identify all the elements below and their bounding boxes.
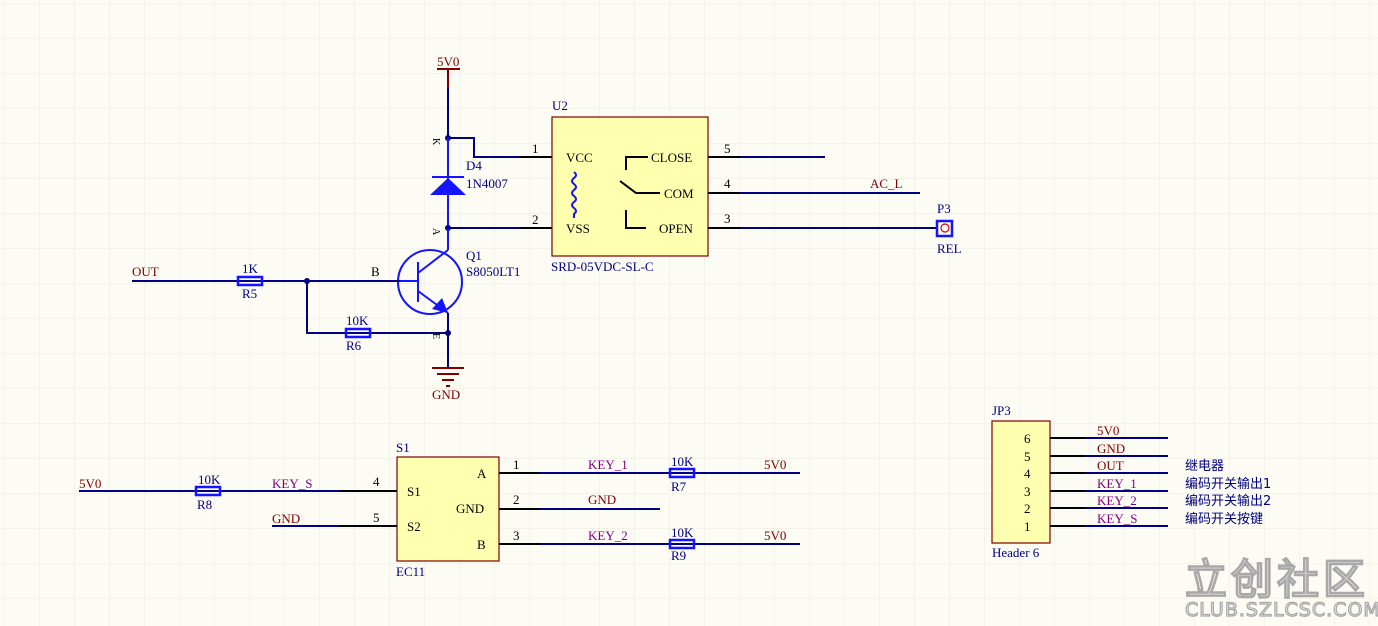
pin-name: CLOSE bbox=[651, 150, 692, 165]
designator: R5 bbox=[242, 286, 257, 301]
pin-number: 3 bbox=[724, 211, 731, 226]
pin-note: 编码开关输出1 bbox=[1185, 476, 1271, 492]
pin-note: 编码开关按键 bbox=[1185, 512, 1263, 527]
net-label: OUT bbox=[1097, 458, 1124, 473]
power-label: 5V0 bbox=[437, 54, 459, 69]
pin-number: 2 bbox=[513, 492, 520, 507]
pin-number: 5 bbox=[724, 141, 731, 156]
designator: R8 bbox=[197, 497, 212, 512]
part-value: Header 6 bbox=[992, 545, 1040, 560]
net-label: KEY_1 bbox=[1097, 476, 1137, 491]
relay-u2[interactable]: U2 SRD-05VDC-SL-C 1 2 VCC VSS CLOSE COM … bbox=[520, 98, 740, 274]
svg-text:CLUB.SZLCSC.COM: CLUB.SZLCSC.COM bbox=[1185, 599, 1378, 621]
junction bbox=[445, 330, 451, 336]
net-label: KEY_2 bbox=[1097, 493, 1137, 508]
pin-name: S2 bbox=[407, 519, 421, 534]
pin-label: K bbox=[430, 138, 441, 146]
designator: P3 bbox=[937, 201, 951, 216]
pin-number: 5 bbox=[1024, 449, 1031, 464]
part-value: 10K bbox=[346, 313, 369, 328]
schematic-sheet: 5V0 D4 1N4007 K A Q1 S8050LT1 B E GND OU… bbox=[0, 0, 1378, 626]
designator: S1 bbox=[396, 440, 410, 455]
pin-number: 3 bbox=[513, 528, 520, 543]
designator: R7 bbox=[671, 479, 687, 494]
net-label: GND bbox=[1097, 441, 1125, 456]
net-label-ac-l: AC_L bbox=[870, 176, 903, 191]
power-label: 5V0 bbox=[764, 457, 786, 472]
pin-label: B bbox=[371, 264, 380, 279]
designator: D4 bbox=[466, 158, 482, 173]
pin-name: A bbox=[477, 466, 487, 481]
svg-text:立创社区: 立创社区 bbox=[1185, 555, 1369, 604]
ground-label: GND bbox=[432, 387, 460, 402]
net-label-key-s: KEY_S bbox=[272, 476, 312, 491]
power-label: 5V0 bbox=[764, 528, 786, 543]
pin-number: 1 bbox=[532, 141, 539, 156]
pin-number: 2 bbox=[1024, 501, 1031, 516]
pin-number: 1 bbox=[513, 457, 520, 472]
pin-name: B bbox=[477, 537, 486, 552]
part-value: 1K bbox=[242, 261, 259, 276]
designator: U2 bbox=[552, 98, 568, 113]
part-value: 10K bbox=[671, 525, 694, 540]
part-value: SRD-05VDC-SL-C bbox=[551, 259, 654, 274]
net-label-out: OUT bbox=[132, 264, 159, 279]
designator: Q1 bbox=[466, 248, 482, 263]
net-label-key-2: KEY_2 bbox=[588, 528, 628, 543]
part-value: REL bbox=[937, 241, 962, 256]
pin-note: 继电器 bbox=[1185, 459, 1224, 474]
pin-name: VCC bbox=[566, 150, 593, 165]
pin-name: GND bbox=[456, 501, 484, 516]
pin-label: A bbox=[430, 228, 441, 236]
designator: R6 bbox=[346, 338, 362, 353]
pin-number: 5 bbox=[373, 510, 380, 525]
pin-number: 6 bbox=[1024, 431, 1031, 446]
part-value: 1N4007 bbox=[466, 176, 508, 191]
net-label-gnd: GND bbox=[272, 511, 300, 526]
net-label-gnd: GND bbox=[588, 492, 616, 507]
designator: R9 bbox=[671, 548, 686, 563]
pin-name: VSS bbox=[566, 221, 590, 236]
pin-number: 2 bbox=[532, 212, 539, 227]
pin-name: OPEN bbox=[659, 221, 694, 236]
designator: JP3 bbox=[992, 403, 1011, 418]
pin-number: 4 bbox=[373, 474, 380, 489]
pin-number: 4 bbox=[724, 176, 731, 191]
part-value: S8050LT1 bbox=[466, 264, 520, 279]
watermark-logo: 立创社区 CLUB.SZLCSC.COM bbox=[1184, 554, 1378, 621]
pin-number: 1 bbox=[1024, 519, 1031, 534]
net-label: 5V0 bbox=[1097, 423, 1119, 438]
pin-name: COM bbox=[664, 186, 694, 201]
part-value: 10K bbox=[671, 454, 694, 469]
part-value: 10K bbox=[198, 472, 221, 487]
pin-name: S1 bbox=[407, 484, 421, 499]
net-label: KEY_S bbox=[1097, 511, 1137, 526]
net-label-key-1: KEY_1 bbox=[588, 457, 628, 472]
pin-note: 编码开关输出2 bbox=[1185, 493, 1271, 509]
pin-number: 4 bbox=[1024, 466, 1031, 481]
power-label: 5V0 bbox=[79, 476, 101, 491]
part-value: EC11 bbox=[396, 564, 425, 579]
pin-number: 3 bbox=[1024, 484, 1031, 499]
